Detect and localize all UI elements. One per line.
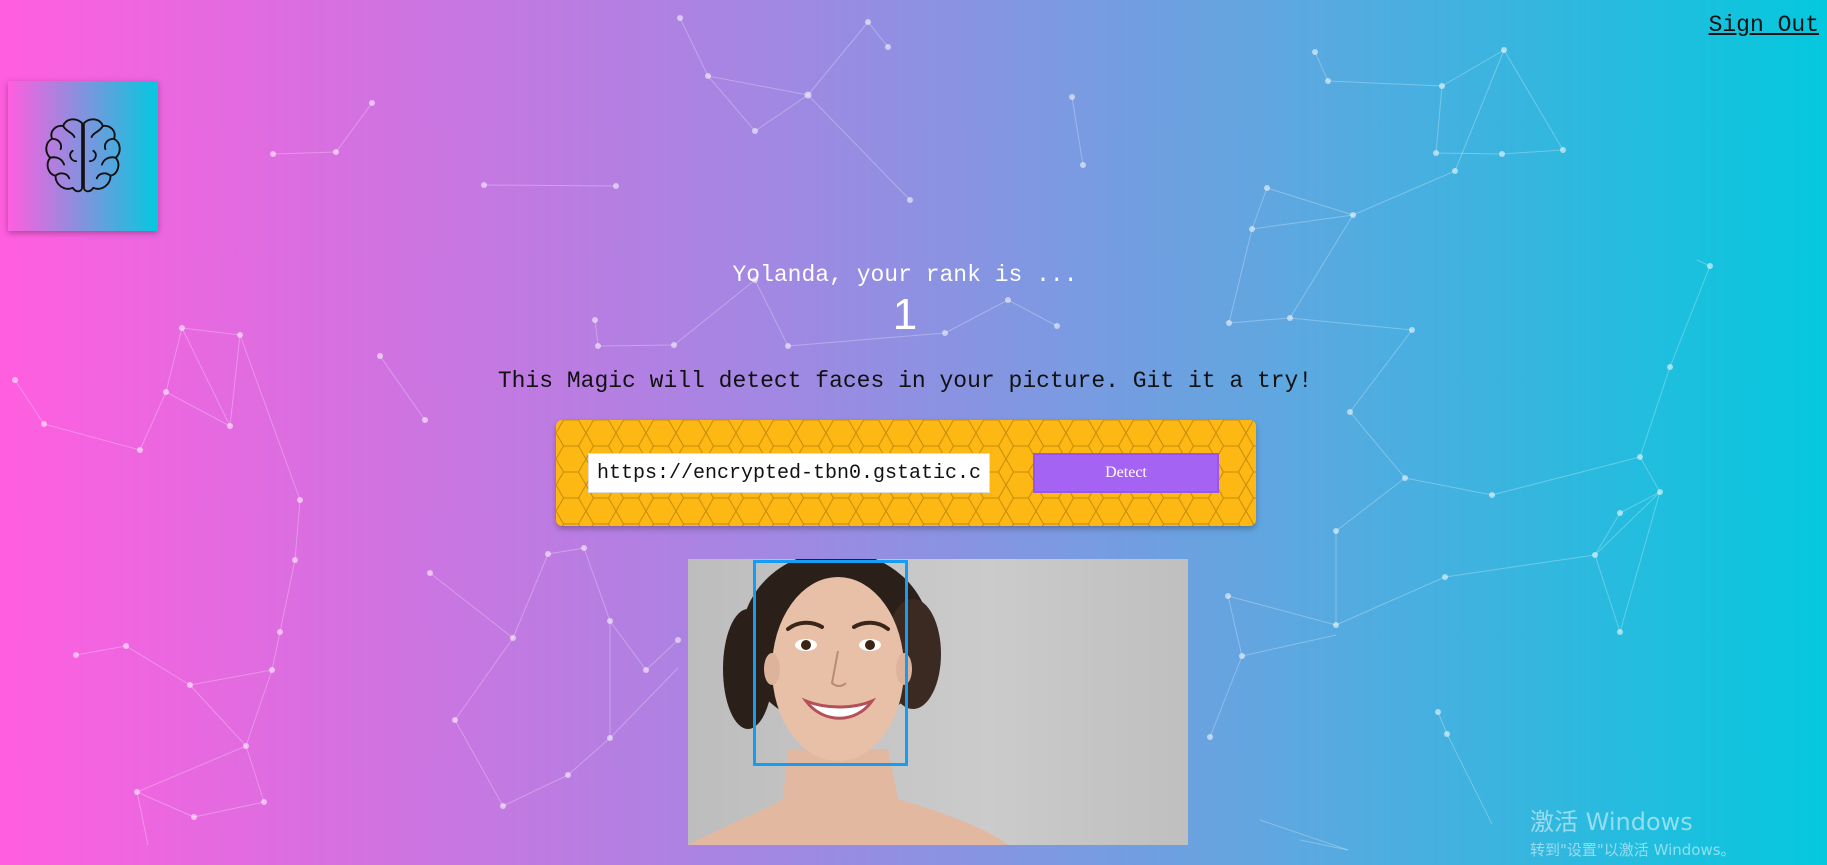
logo[interactable] [8,81,158,231]
rank-title: Yolanda, your rank is ... [732,262,1078,288]
image-link-form: Detect [556,420,1256,526]
sign-out-link[interactable]: Sign Out [1709,12,1819,38]
face-photo [688,559,1188,845]
image-url-input[interactable] [588,453,990,493]
detect-button[interactable]: Detect [1033,453,1219,493]
intro-text: This Magic will detect faces in your pic… [497,368,1313,394]
rank-value: 1 [892,290,918,339]
watermark-subtitle: 转到"设置"以激活 Windows。 [1530,841,1736,859]
windows-activation-watermark: 激活 Windows 转到"设置"以激活 Windows。 [1530,802,1736,860]
face-bounding-box [753,560,908,766]
brain-icon [45,118,121,193]
watermark-title: 激活 Windows [1530,808,1693,836]
